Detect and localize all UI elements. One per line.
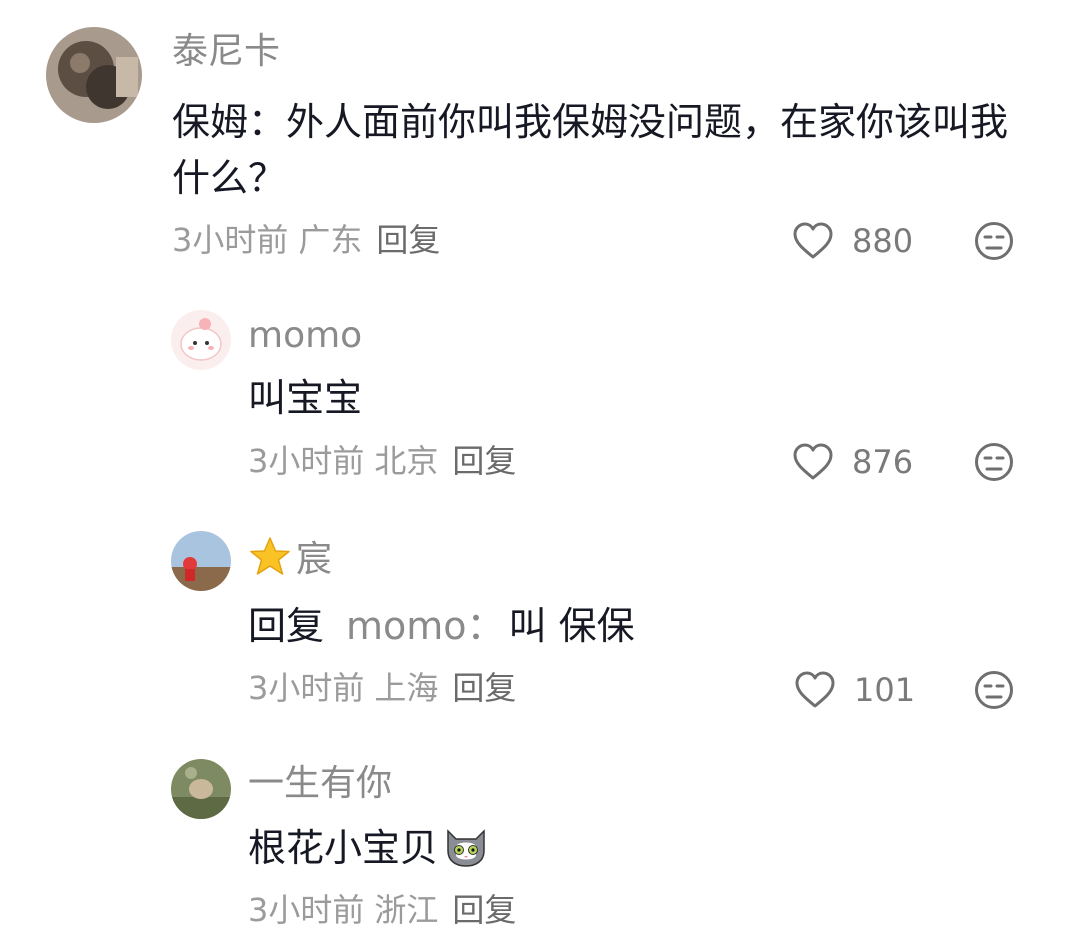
reply-mention[interactable]: momo：: [346, 604, 505, 648]
comment-username-text: 宸: [296, 539, 333, 580]
comment-time: 3小时前: [248, 669, 365, 707]
avatar[interactable]: [171, 531, 231, 591]
reply-button[interactable]: 回复: [452, 669, 516, 707]
comment-text: 保姆：外人面前你叫我保姆没问题，在家你该叫我什么？: [172, 100, 1009, 200]
comment-text: 叫宝宝: [248, 376, 363, 420]
like-button[interactable]: 880: [792, 219, 913, 263]
comment-location: 浙江: [374, 891, 439, 929]
comment-location: 广东: [298, 221, 363, 259]
star-emoji-icon: [250, 537, 290, 575]
comment-username[interactable]: 泰尼卡: [172, 30, 280, 74]
comment-username[interactable]: 宸: [248, 535, 332, 582]
avatar-image: [171, 531, 231, 591]
comment-meta: 3小时前 北京 回复: [248, 441, 516, 481]
comment-time: 3小时前: [248, 891, 365, 929]
like-count: 880: [852, 222, 914, 260]
dislike-button[interactable]: [974, 442, 1014, 482]
avatar[interactable]: [171, 759, 231, 819]
comment-location: 北京: [374, 442, 439, 480]
comment-time: 3小时前: [172, 221, 289, 259]
comment-text-body: 根花小宝贝: [248, 826, 439, 870]
reply-button[interactable]: 回复: [452, 891, 516, 929]
reply-button[interactable]: 回复: [452, 442, 516, 480]
comment-username[interactable]: momo: [248, 314, 362, 358]
reply-button[interactable]: 回复: [376, 221, 440, 259]
reply-prefix: 回复: [248, 604, 325, 648]
comment-text: 根花小宝贝: [248, 820, 490, 876]
comment-meta: 3小时前 上海 回复: [248, 668, 516, 708]
cat-emoji-icon: [447, 829, 485, 867]
dislike-button[interactable]: [974, 221, 1014, 261]
dislike-button[interactable]: [974, 670, 1014, 710]
comment-time: 3小时前: [248, 442, 365, 480]
unamused-face-icon: [975, 222, 1013, 260]
avatar-image: [171, 759, 231, 819]
heart-icon: [793, 222, 833, 259]
like-count: 876: [852, 443, 914, 481]
like-count: 101: [854, 671, 916, 709]
like-button[interactable]: 876: [792, 440, 913, 484]
comment-meta: 3小时前 浙江 回复: [248, 890, 516, 930]
comment-meta: 3小时前 广东 回复: [172, 220, 440, 260]
comment-location: 上海: [374, 669, 439, 707]
unamused-face-icon: [975, 443, 1013, 481]
like-button[interactable]: 101: [794, 668, 915, 712]
avatar-image: [46, 27, 142, 123]
avatar-image: [171, 310, 231, 370]
heart-icon: [793, 443, 833, 480]
avatar[interactable]: [171, 310, 231, 370]
comment-username[interactable]: 一生有你: [248, 762, 392, 806]
heart-icon: [795, 671, 835, 708]
comment-text-body: 叫 保保: [508, 604, 635, 648]
comment-text: 回复 momo：叫 保保: [248, 598, 635, 654]
avatar[interactable]: [46, 27, 142, 123]
unamused-face-icon: [975, 671, 1013, 709]
